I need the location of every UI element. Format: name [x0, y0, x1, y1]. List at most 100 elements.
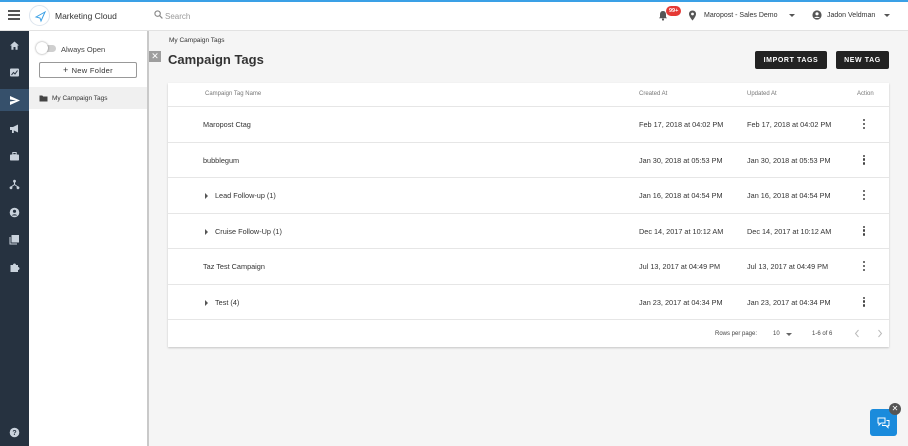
nav-library[interactable]: [0, 228, 29, 250]
location-pin-icon: [689, 10, 696, 21]
search-input[interactable]: [165, 8, 385, 24]
tag-name[interactable]: Maropost Ctag: [203, 120, 251, 129]
nav-commerce[interactable]: [0, 145, 29, 167]
rows-per-page-select[interactable]: 10: [773, 331, 780, 337]
nav-journeys[interactable]: [0, 173, 29, 195]
updated-at: Jul 13, 2017 at 04:49 PM: [747, 262, 829, 271]
chat-icon: [877, 417, 890, 429]
nav-announcements[interactable]: [0, 117, 29, 139]
tag-name[interactable]: Cruise Follow-Up (1): [215, 227, 282, 236]
send-icon: [9, 95, 20, 105]
plus-icon: +: [63, 65, 69, 75]
table-pagination: Rows per page: 10 1-6 of 6: [168, 319, 889, 347]
tag-name[interactable]: Taz Test Campaign: [203, 262, 265, 271]
svg-text:?: ?: [12, 430, 16, 437]
close-chat-button[interactable]: ✕: [889, 403, 901, 415]
toggle-label: Always Open: [61, 45, 106, 54]
account-selector[interactable]: Maropost - Sales Demo: [704, 12, 778, 19]
table-row[interactable]: Maropost Ctag Feb 17, 2018 at 04:02 PM F…: [168, 106, 889, 142]
page-title: Campaign Tags: [168, 52, 264, 67]
next-page-icon[interactable]: [877, 329, 883, 338]
nav-campaigns[interactable]: [0, 89, 29, 111]
table-row[interactable]: Lead Follow-up (1) Jan 16, 2018 at 04:54…: [168, 177, 889, 213]
nav-rail: ?: [0, 31, 29, 446]
table-row[interactable]: Test (4) Jan 23, 2017 at 04:34 PM Jan 23…: [168, 283, 889, 320]
updated-at: Jan 23, 2017 at 04:34 PM: [747, 297, 831, 307]
tag-name[interactable]: Lead Follow-up (1): [215, 191, 276, 200]
notification-badge: 99+: [666, 6, 682, 16]
expand-caret-icon[interactable]: [205, 299, 208, 306]
user-avatar-icon[interactable]: [812, 10, 822, 20]
nav-dashboard[interactable]: [0, 61, 29, 83]
paper-plane-icon: [34, 10, 47, 23]
column-header-name[interactable]: Campaign Tag Name: [205, 91, 261, 97]
column-header-action: Action: [857, 91, 874, 97]
new-folder-label: New Folder: [71, 65, 113, 75]
new-folder-button[interactable]: + New Folder: [39, 62, 137, 78]
briefcase-icon: [10, 151, 19, 160]
puzzle-icon: [10, 263, 20, 272]
expand-caret-icon[interactable]: [205, 193, 208, 199]
updated-at: Jan 16, 2018 at 04:54 PM: [747, 191, 831, 200]
contacts-icon: [9, 207, 20, 217]
app-title[interactable]: Marketing Cloud: [55, 11, 117, 21]
table-row[interactable]: bubblegum Jan 30, 2018 at 05:53 PM Jan 3…: [168, 141, 889, 178]
help-icon: ?: [9, 427, 20, 437]
column-header-created[interactable]: Created At: [639, 91, 667, 97]
updated-at: Feb 17, 2018 at 04:02 PM: [747, 120, 832, 129]
dashboard-icon: [10, 68, 19, 76]
more-vert-icon[interactable]: [863, 154, 866, 166]
folder-item-my-campaign-tags[interactable]: My Campaign Tags: [29, 87, 147, 109]
created-at: Feb 17, 2018 at 04:02 PM: [639, 120, 724, 129]
rows-per-page-label: Rows per page:: [715, 331, 758, 337]
chevron-down-icon[interactable]: [786, 333, 792, 336]
app-logo[interactable]: [29, 5, 50, 26]
more-vert-icon[interactable]: [863, 225, 866, 237]
tags-table: Campaign Tag Name Created At Updated At …: [168, 83, 889, 347]
updated-at: Dec 14, 2017 at 10:12 AM: [747, 226, 832, 236]
tag-name[interactable]: Test (4): [215, 298, 239, 307]
created-at: Jan 30, 2018 at 05:53 PM: [639, 155, 723, 165]
chevron-down-icon[interactable]: [789, 14, 795, 17]
column-header-updated[interactable]: Updated At: [747, 91, 777, 97]
toggle-knob[interactable]: [36, 42, 48, 54]
library-icon: [9, 234, 19, 244]
nav-help[interactable]: ?: [0, 421, 29, 443]
top-bar: Marketing Cloud 99+ Maropost - Sales Dem…: [0, 2, 908, 31]
user-menu[interactable]: Jadon Veldman: [827, 12, 875, 19]
new-tag-button[interactable]: NEW TAG: [836, 51, 889, 69]
more-vert-icon[interactable]: [863, 119, 866, 130]
nav-home[interactable]: [0, 34, 29, 56]
workflow-icon: [9, 179, 20, 189]
folder-label: My Campaign Tags: [52, 94, 108, 102]
more-vert-icon[interactable]: [863, 190, 866, 201]
updated-at: Jan 30, 2018 at 05:53 PM: [747, 155, 831, 165]
panel-divider[interactable]: [147, 31, 149, 446]
search-icon: [154, 10, 163, 19]
expand-caret-icon[interactable]: [205, 228, 208, 235]
close-panel-button[interactable]: ✕: [149, 51, 161, 62]
chevron-down-icon[interactable]: [884, 14, 890, 17]
close-icon: ✕: [891, 404, 899, 413]
close-icon: ✕: [151, 51, 159, 61]
nav-integrations[interactable]: [0, 256, 29, 278]
import-tags-button[interactable]: IMPORT TAGS: [755, 51, 827, 69]
megaphone-icon: [9, 124, 18, 133]
nav-contacts[interactable]: [0, 201, 29, 223]
table-row[interactable]: Cruise Follow-Up (1) Dec 14, 2017 at 10:…: [168, 212, 889, 249]
created-at: Dec 14, 2017 at 10:12 AM: [639, 226, 724, 236]
breadcrumb[interactable]: My Campaign Tags: [169, 37, 225, 44]
created-at: Jan 23, 2017 at 04:34 PM: [639, 297, 723, 307]
page-range: 1-6 of 6: [812, 331, 833, 337]
folder-icon: [39, 95, 48, 101]
table-row[interactable]: Taz Test Campaign Jul 13, 2017 at 04:49 …: [168, 248, 889, 284]
more-vert-icon[interactable]: [863, 261, 866, 272]
home-icon: [10, 41, 19, 50]
created-at: Jul 13, 2017 at 04:49 PM: [639, 262, 721, 271]
menu-icon[interactable]: [8, 10, 20, 20]
prev-page-icon[interactable]: [854, 329, 860, 338]
folder-panel: Always Open + New Folder My Campaign Tag…: [29, 31, 148, 446]
tag-name[interactable]: bubblegum: [203, 156, 239, 165]
created-at: Jan 16, 2018 at 04:54 PM: [639, 191, 723, 200]
more-vert-icon[interactable]: [863, 296, 866, 308]
